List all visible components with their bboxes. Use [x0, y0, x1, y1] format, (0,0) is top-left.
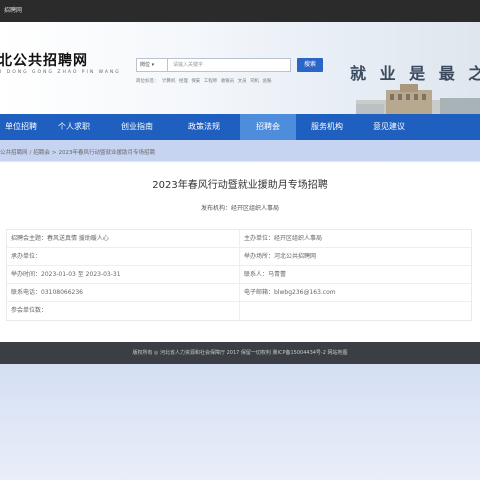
info-row: 招聘会主题：春风送真情 援助暖人心 主办单位：经开区组织人事局 — [7, 230, 471, 248]
breadcrumb-home[interactable]: 公共招聘网 — [0, 150, 28, 156]
job-fair-info-table: 招聘会主题：春风送真情 援助暖人心 主办单位：经开区组织人事局 承办单位： 举办… — [6, 229, 472, 321]
header-slogan: 就 业 是 最 之 — [350, 64, 480, 83]
hot-tag[interactable]: 计算机 — [162, 79, 176, 84]
nav-item-job-seeking[interactable]: 个人求职 — [42, 114, 106, 140]
search-bar: 岗位 ▾ 请输入关键字 搜索 — [136, 58, 323, 72]
browser-title-bar: 招聘网 — [0, 0, 480, 22]
info-row: 举办时间：2023-01-03 至 2023-03-31 联系人：马青蕾 — [7, 266, 471, 284]
info-venue: 举办场所：河北公共招聘网 — [239, 248, 471, 265]
nav-item-feedback[interactable]: 意见建议 — [358, 114, 420, 140]
breadcrumb-current: 2023年春风行动暨就业援助月专场招聘 — [58, 150, 156, 156]
nav-item-service-agency[interactable]: 服务机构 — [296, 114, 358, 140]
job-fair-publisher: 发布机构：经开区组织人事局 — [200, 205, 279, 212]
info-theme: 招聘会主题：春风送真情 援助暖人心 — [11, 235, 109, 242]
info-participant-count: 参会单位数： — [11, 307, 48, 314]
hot-tag[interactable]: 经理 — [179, 79, 188, 84]
nav-item-company-recruit[interactable]: 单位招聘 — [0, 114, 42, 140]
site-logo[interactable]: 北公共招聘网 — [0, 50, 88, 70]
hot-tag[interactable]: 司机 — [250, 79, 259, 84]
hot-tag[interactable]: 工程师 — [204, 79, 218, 84]
info-email: 电子邮箱：blwbg236@163.com — [239, 284, 471, 301]
window-title: 招聘网 — [4, 7, 23, 14]
info-row: 参会单位数： — [7, 302, 471, 320]
hot-tag[interactable]: 总账 — [263, 79, 272, 84]
job-fair-title: 2023年春风行动暨就业援助月专场招聘 — [152, 180, 328, 191]
hot-tag[interactable]: 文员 — [238, 79, 247, 84]
info-time: 举办时间：2023-01-03 至 2023-03-31 — [11, 271, 121, 278]
breadcrumb-separator: > — [51, 150, 57, 156]
info-undertaker: 承办单位： — [11, 253, 42, 260]
nav-item-job-fair[interactable]: 招聘会 — [240, 114, 296, 140]
header-banner-building — [356, 84, 480, 114]
search-input[interactable]: 请输入关键字 — [168, 58, 291, 72]
breadcrumb: 公共招聘网 / 招聘会 >2023年春风行动暨就业援助月专场招聘 — [0, 148, 155, 156]
info-organizer: 主办单位：经开区组织人事局 — [239, 230, 471, 247]
search-button[interactable]: 搜索 — [297, 58, 323, 72]
site-header: 北公共招聘网 I DONG GONG ZHAO PIN WANG 岗位 ▾ 请输… — [0, 22, 480, 114]
info-phone: 联系电话：03108066236 — [11, 289, 83, 296]
search-category-select[interactable]: 岗位 ▾ — [136, 58, 168, 72]
hot-tag[interactable]: 收银员 — [221, 79, 235, 84]
breadcrumb-job-fair[interactable]: 招聘会 — [33, 150, 50, 156]
footer-copyright: 版权所有 ◎ 河北省人力资源和社会保障厅 2017 保留一切权利 冀ICP备15… — [132, 350, 348, 356]
hot-tags-label: 岗位标签： — [136, 79, 159, 84]
info-empty — [239, 302, 471, 320]
nav-item-policy[interactable]: 政策法规 — [168, 114, 240, 140]
breadcrumb-separator: / — [29, 150, 32, 156]
nav-item-startup-guide[interactable]: 创业指南 — [106, 114, 168, 140]
site-logo-pinyin: I DONG GONG ZHAO PIN WANG — [0, 70, 121, 75]
info-row: 联系电话：03108066236 电子邮箱：blwbg236@163.com — [7, 284, 471, 302]
site-footer: 版权所有 ◎ 河北省人力资源和社会保障厅 2017 保留一切权利 冀ICP备15… — [0, 342, 480, 364]
info-contact-person: 联系人：马青蕾 — [239, 266, 471, 283]
info-row: 承办单位： 举办场所：河北公共招聘网 — [7, 248, 471, 266]
main-nav: 单位招聘 个人求职 创业指南 政策法规 招聘会 服务机构 意见建议 — [0, 114, 480, 140]
hot-tags: 岗位标签： 计算机 经理 保安 工程师 收银员 文员 司机 总账 — [136, 78, 274, 84]
hot-tag[interactable]: 保安 — [191, 79, 200, 84]
